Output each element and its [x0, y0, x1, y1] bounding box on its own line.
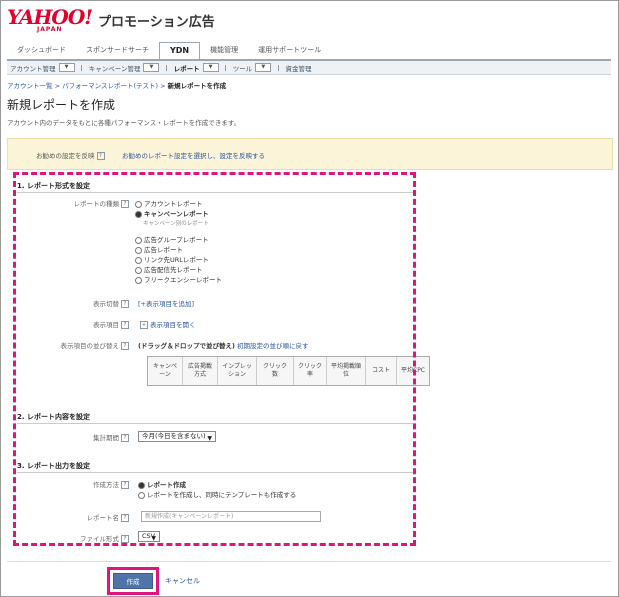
- cancel-link[interactable]: キャンセル: [165, 576, 200, 586]
- window: YAHOO! JAPAN プロモーション広告 ダッシュボード スポンサードサーチ…: [0, 0, 619, 597]
- tab-ydn[interactable]: YDN: [159, 42, 201, 59]
- dropdown-icon[interactable]: ▼: [202, 63, 219, 72]
- help-icon[interactable]: ?: [96, 152, 105, 160]
- subnav-tools[interactable]: ツール: [230, 63, 256, 73]
- breadcrumb-item[interactable]: パフォーマンスレポート(テスト): [62, 82, 158, 90]
- recommend-label: お勧めの設定を反映?: [36, 150, 105, 160]
- subnav-funds[interactable]: 資金管理: [283, 63, 315, 73]
- tab-dashboard[interactable]: ダッシュボード: [7, 45, 76, 59]
- breadcrumb-current: 新規レポートを作成: [167, 82, 227, 90]
- tab-support-tools[interactable]: 運用サポートツール: [248, 45, 331, 59]
- subnav-report[interactable]: レポート: [171, 63, 203, 73]
- sub-navigation: アカウント管理 ▼ | キャンペーン管理 ▼ | レポート ▼ | ツール ▼ | 資金…: [7, 61, 611, 75]
- main-tabs: ダッシュボード スポンサードサーチ YDN 機能管理 運用サポートツール: [7, 41, 611, 61]
- japan-logo: JAPAN: [37, 26, 63, 33]
- highlight-create-button: [107, 567, 159, 595]
- page-description: アカウント内のデータをもとに各種パフォーマンス・レポートを作成できます。: [7, 119, 241, 127]
- yahoo-logo: YAHOO!: [7, 5, 93, 29]
- recommend-link[interactable]: お勧めのレポート設定を選択し、設定を反映する: [122, 150, 265, 160]
- tab-tools-management[interactable]: 機能管理: [200, 45, 248, 59]
- dropdown-icon[interactable]: ▼: [143, 63, 160, 72]
- page-title: 新規レポートを作成: [7, 98, 116, 112]
- breadcrumb: アカウント一覧 > パフォーマンスレポート(テスト) > 新規レポートを作成: [7, 82, 227, 90]
- breadcrumb-item[interactable]: アカウント一覧: [7, 82, 53, 90]
- brand-logo[interactable]: YAHOO! JAPAN プロモーション広告: [7, 5, 215, 33]
- dropdown-icon[interactable]: ▼: [255, 63, 272, 72]
- subnav-campaign[interactable]: キャンペーン管理: [86, 63, 144, 73]
- recommend-panel: お勧めの設定を反映? お勧めのレポート設定を選択し、設定を反映する: [7, 138, 613, 170]
- divider: [7, 561, 611, 562]
- dropdown-icon[interactable]: ▼: [58, 63, 75, 72]
- highlight-settings-area: [13, 172, 416, 546]
- product-name: プロモーション広告: [98, 15, 215, 30]
- subnav-account[interactable]: アカウント管理: [7, 63, 59, 73]
- tab-sponsored-search[interactable]: スポンサードサーチ: [76, 45, 159, 59]
